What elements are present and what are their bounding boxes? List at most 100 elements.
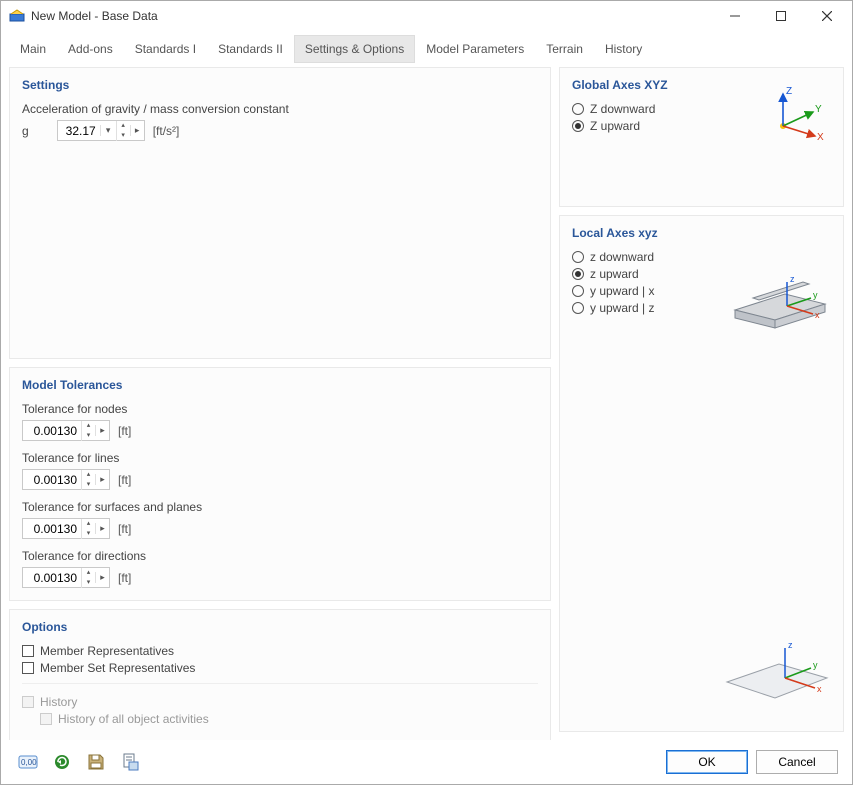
tol-surfaces-unit: [ft]: [118, 522, 131, 536]
spin-down-icon[interactable]: ▾: [82, 480, 95, 490]
gravity-value[interactable]: [58, 122, 100, 140]
history-all-label: History of all object activities: [58, 712, 209, 726]
window-title: New Model - Base Data: [31, 9, 712, 23]
tol-surfaces-value[interactable]: [23, 520, 81, 538]
svg-text:z: z: [788, 640, 793, 650]
gravity-expand-icon[interactable]: ▸: [130, 125, 144, 136]
tol-lines-label: Tolerance for lines: [22, 451, 538, 465]
tol-nodes-value[interactable]: [23, 422, 81, 440]
member-repr-label: Member Representatives: [40, 644, 174, 658]
ok-button[interactable]: OK: [666, 750, 748, 774]
tol-nodes-input[interactable]: ▴▾ ▸: [22, 420, 110, 441]
refresh-icon[interactable]: [49, 749, 75, 775]
options-title: Options: [22, 620, 538, 634]
tol-directions-value[interactable]: [23, 569, 81, 587]
tab-standards-2[interactable]: Standards II: [207, 35, 294, 63]
options-panel: Options Member Representatives Member Se…: [9, 609, 551, 740]
tol-surfaces-expand-icon[interactable]: ▸: [95, 523, 109, 534]
g-symbol: g: [22, 124, 29, 138]
app-icon: [9, 8, 25, 24]
units-icon[interactable]: 0,00: [15, 749, 41, 775]
global-axes-icon: Z Y X: [765, 84, 829, 147]
z-upward-radio[interactable]: [572, 120, 584, 132]
member-repr-checkbox[interactable]: [22, 645, 34, 657]
gravity-label: Acceleration of gravity / mass conversio…: [22, 102, 538, 116]
spin-up-icon[interactable]: ▴: [82, 470, 95, 480]
spin-down-icon[interactable]: ▾: [117, 131, 130, 141]
tab-model-parameters[interactable]: Model Parameters: [415, 35, 535, 63]
tol-surfaces-spinner[interactable]: ▴▾: [81, 519, 95, 539]
global-axes-panel: Global Axes XYZ Z downward Z upward: [559, 67, 844, 207]
svg-text:x: x: [817, 684, 822, 694]
svg-text:y: y: [813, 290, 818, 300]
tolerances-panel: Model Tolerances Tolerance for nodes ▴▾ …: [9, 367, 551, 601]
tab-standards-1[interactable]: Standards I: [124, 35, 207, 63]
tol-directions-input[interactable]: ▴▾ ▸: [22, 567, 110, 588]
tol-surfaces-label: Tolerance for surfaces and planes: [22, 500, 538, 514]
tab-terrain[interactable]: Terrain: [535, 35, 594, 63]
minimize-button[interactable]: [712, 1, 758, 31]
tab-settings-options[interactable]: Settings & Options: [294, 35, 415, 63]
maximize-button[interactable]: [758, 1, 804, 31]
tol-nodes-spinner[interactable]: ▴▾: [81, 421, 95, 441]
svg-text:y: y: [813, 660, 818, 670]
close-button[interactable]: [804, 1, 850, 31]
tol-lines-value[interactable]: [23, 471, 81, 489]
tol-nodes-label: Tolerance for nodes: [22, 402, 538, 416]
local-axes-title: Local Axes xyz: [572, 226, 831, 240]
settings-panel: Settings Acceleration of gravity / mass …: [9, 67, 551, 359]
titlebar: New Model - Base Data: [1, 1, 852, 31]
local-z-down-radio[interactable]: [572, 251, 584, 263]
settings-title: Settings: [22, 78, 538, 92]
local-z-down-label: z downward: [590, 250, 654, 264]
spin-down-icon[interactable]: ▾: [82, 529, 95, 539]
tol-surfaces-input[interactable]: ▴▾ ▸: [22, 518, 110, 539]
tol-directions-label: Tolerance for directions: [22, 549, 538, 563]
save-icon[interactable]: [83, 749, 109, 775]
z-upward-label: Z upward: [590, 119, 640, 133]
svg-text:X: X: [817, 132, 824, 143]
local-y-up-z-label: y upward | z: [590, 301, 654, 315]
local-y-up-x-radio[interactable]: [572, 285, 584, 297]
history-checkbox: [22, 696, 34, 708]
svg-text:Y: Y: [815, 104, 822, 115]
tol-lines-spinner[interactable]: ▴▾: [81, 470, 95, 490]
spin-up-icon[interactable]: ▴: [82, 519, 95, 529]
local-y-up-z-radio[interactable]: [572, 302, 584, 314]
member-set-repr-label: Member Set Representatives: [40, 661, 195, 675]
local-axes-beam-icon: z y x: [725, 270, 835, 343]
z-downward-radio[interactable]: [572, 103, 584, 115]
report-icon[interactable]: [117, 749, 143, 775]
tab-main[interactable]: Main: [9, 35, 57, 63]
svg-text:x: x: [815, 310, 820, 320]
gravity-spinner[interactable]: ▴▾: [116, 121, 130, 141]
tol-directions-unit: [ft]: [118, 571, 131, 585]
history-label: History: [40, 695, 77, 709]
local-z-up-label: z upward: [590, 267, 639, 281]
spin-down-icon[interactable]: ▾: [82, 578, 95, 588]
tol-directions-expand-icon[interactable]: ▸: [95, 572, 109, 583]
spin-up-icon[interactable]: ▴: [82, 568, 95, 578]
footer: 0,00 OK Cancel: [1, 740, 852, 784]
spin-up-icon[interactable]: ▴: [82, 421, 95, 431]
tol-lines-unit: [ft]: [118, 473, 131, 487]
gravity-unit: [ft/s²]: [153, 124, 180, 138]
spin-up-icon[interactable]: ▴: [117, 121, 130, 131]
cancel-button[interactable]: Cancel: [756, 750, 838, 774]
member-set-repr-checkbox[interactable]: [22, 662, 34, 674]
tol-directions-spinner[interactable]: ▴▾: [81, 568, 95, 588]
tab-add-ons[interactable]: Add-ons: [57, 35, 124, 63]
svg-text:0,00: 0,00: [21, 758, 37, 767]
tol-lines-input[interactable]: ▴▾ ▸: [22, 469, 110, 490]
tol-lines-expand-icon[interactable]: ▸: [95, 474, 109, 485]
tol-nodes-expand-icon[interactable]: ▸: [95, 425, 109, 436]
spin-down-icon[interactable]: ▾: [82, 431, 95, 441]
tab-history[interactable]: History: [594, 35, 653, 63]
gravity-dropdown-icon[interactable]: ▾: [100, 125, 116, 136]
gravity-input[interactable]: ▾ ▴▾ ▸: [57, 120, 145, 141]
local-z-up-radio[interactable]: [572, 268, 584, 280]
svg-text:Z: Z: [786, 86, 792, 97]
local-y-up-x-label: y upward | x: [590, 284, 654, 298]
tolerances-title: Model Tolerances: [22, 378, 538, 392]
tab-strip: Main Add-ons Standards I Standards II Se…: [1, 31, 852, 63]
